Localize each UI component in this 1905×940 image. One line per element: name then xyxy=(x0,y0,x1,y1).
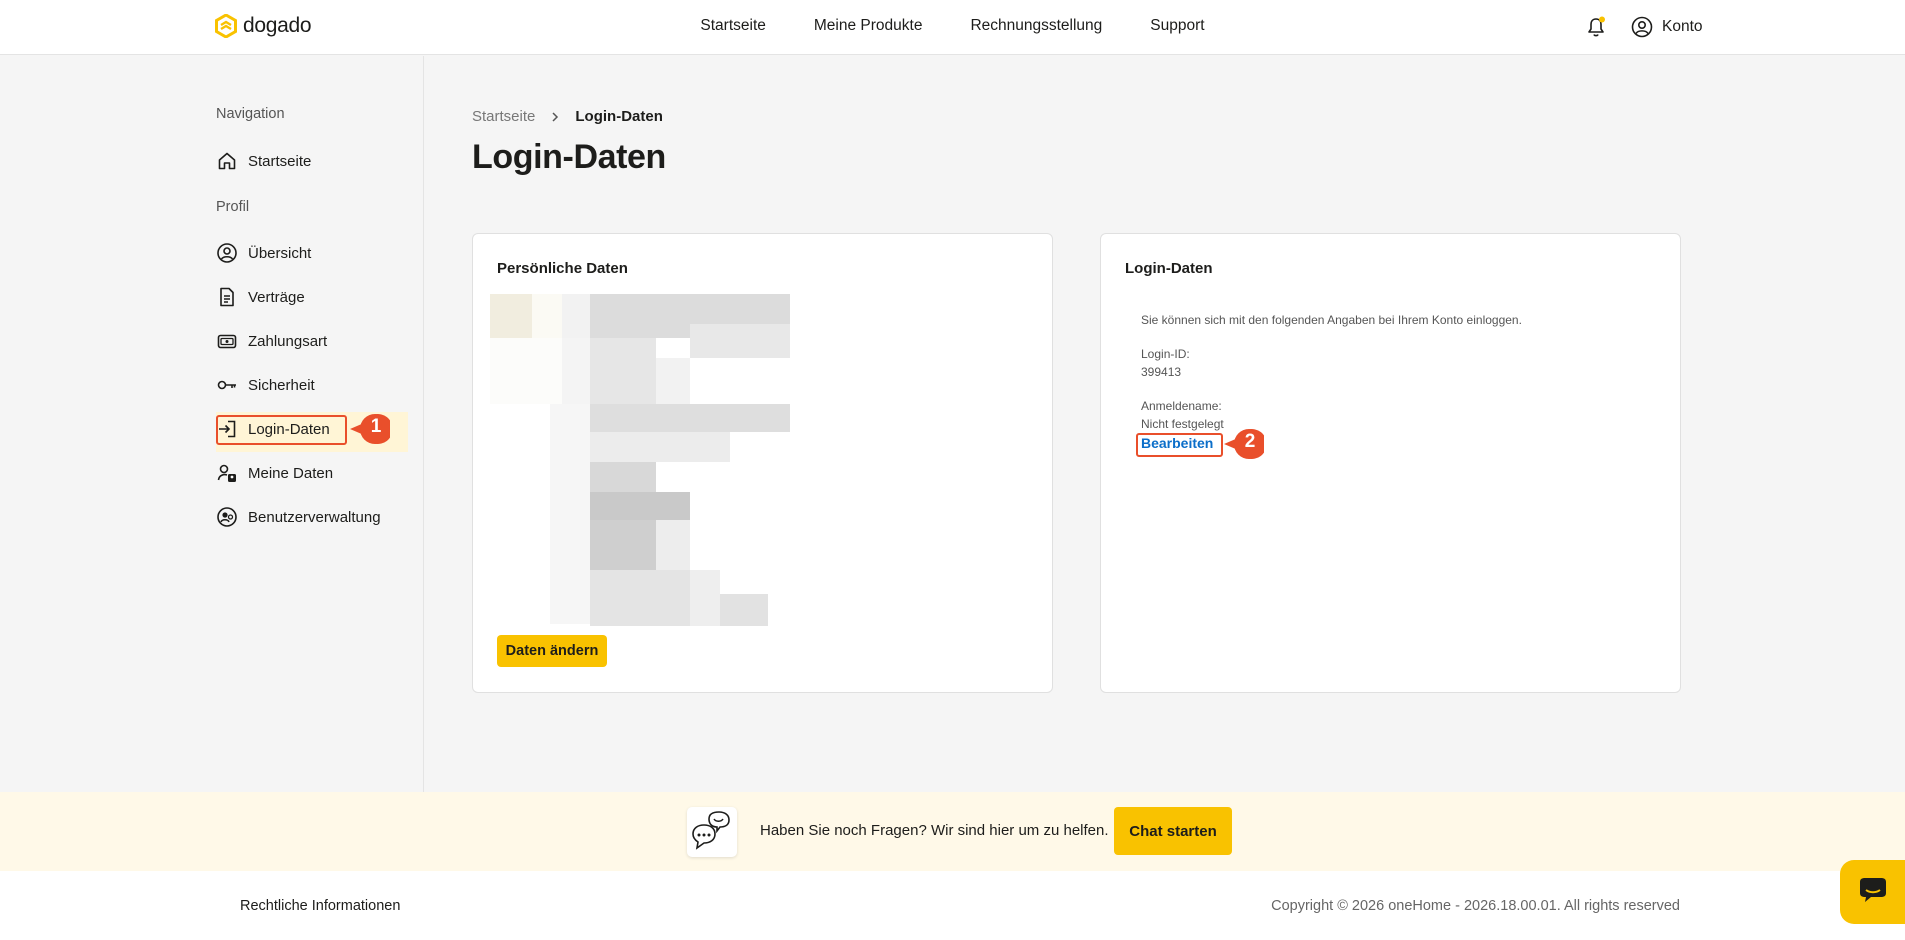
sidebar-item-label: Meine Daten xyxy=(248,464,334,482)
user-settings-icon xyxy=(217,464,236,482)
sidebar-item-label: Übersicht xyxy=(248,244,312,262)
sidebar-item-benutzerverwaltung[interactable]: Benutzerverwaltung xyxy=(216,503,381,531)
account-label: Konto xyxy=(1662,18,1703,35)
sidebar-item-label: Sicherheit xyxy=(248,376,315,394)
sidebar-item-label: Benutzerverwaltung xyxy=(248,508,381,526)
notification-bell-icon[interactable] xyxy=(1586,16,1606,38)
nav-startseite[interactable]: Startseite xyxy=(700,17,765,35)
help-text: Haben Sie noch Fragen? Wir sind hier um … xyxy=(760,822,1109,839)
sidebar-item-label: Verträge xyxy=(248,288,305,306)
sidebar-heading-profil: Profil xyxy=(216,199,250,215)
chat-widget-button[interactable] xyxy=(1840,860,1905,924)
footer: Rechtliche Informationen Copyright © 202… xyxy=(0,871,1905,940)
annotation-badge-2: 2 xyxy=(1224,427,1267,461)
breadcrumb-startseite[interactable]: Startseite xyxy=(472,108,535,125)
page-title: Login-Daten xyxy=(472,138,666,176)
sidebar-item-meine-daten[interactable]: Meine Daten xyxy=(216,459,333,487)
sidebar-heading-navigation: Navigation xyxy=(216,106,285,122)
chevron-right-icon xyxy=(552,111,559,122)
annotation-highlight-1 xyxy=(216,415,347,445)
annotation-highlight-2 xyxy=(1136,433,1223,457)
legal-info-link[interactable]: Rechtliche Informationen xyxy=(240,898,400,914)
sidebar-item-uebersicht[interactable]: Übersicht xyxy=(216,239,311,267)
sidebar-item-vertraege[interactable]: Verträge xyxy=(216,283,305,311)
chat-icon xyxy=(1860,878,1886,902)
username-label: Anmeldename: xyxy=(1141,399,1222,413)
wallet-icon xyxy=(217,334,237,349)
annotation-number: 1 xyxy=(370,416,382,437)
help-bar: Haben Sie noch Fragen? Wir sind hier um … xyxy=(0,792,1905,871)
user-circle-icon xyxy=(1631,16,1653,38)
username-value: Nicht festgelegt xyxy=(1141,417,1224,431)
chat-bubbles-icon xyxy=(687,807,737,857)
top-header: dogado Startseite Meine Produkte Rechnun… xyxy=(0,0,1905,55)
nav-rechnungsstellung[interactable]: Rechnungsstellung xyxy=(970,17,1102,35)
key-icon xyxy=(217,380,236,390)
account-menu[interactable]: Konto xyxy=(1631,16,1703,38)
login-id-label: Login-ID: xyxy=(1141,347,1190,361)
breadcrumb-current: Login-Daten xyxy=(575,108,663,125)
sidebar-item-zahlungsart[interactable]: Zahlungsart xyxy=(216,327,327,355)
redacted-personal-data xyxy=(490,294,790,626)
main-nav: Startseite Meine Produkte Rechnungsstell… xyxy=(0,17,1905,35)
nav-meine-produkte[interactable]: Meine Produkte xyxy=(814,17,923,35)
chat-start-button[interactable]: Chat starten xyxy=(1114,807,1232,855)
sidebar-item-label: Zahlungsart xyxy=(248,332,328,350)
sidebar-item-startseite[interactable]: Startseite xyxy=(216,147,311,175)
document-icon xyxy=(220,287,234,307)
login-data-card: Login-Daten xyxy=(1100,233,1681,693)
copyright-text: Copyright © 2026 oneHome - 2026.18.00.01… xyxy=(1271,898,1680,914)
users-icon xyxy=(217,507,237,527)
home-icon xyxy=(218,152,236,170)
edit-data-button[interactable]: Daten ändern xyxy=(497,635,607,667)
annotation-number: 2 xyxy=(1244,431,1256,452)
login-intro-text: Sie können sich mit den folgenden Angabe… xyxy=(1141,313,1522,327)
sidebar-item-label: Startseite xyxy=(248,152,312,170)
login-id-value: 399413 xyxy=(1141,365,1182,379)
card-title: Login-Daten xyxy=(1125,260,1213,277)
nav-support[interactable]: Support xyxy=(1150,17,1204,35)
card-title: Persönliche Daten xyxy=(497,260,628,277)
annotation-badge-1: 1 xyxy=(350,412,393,446)
sidebar-item-sicherheit[interactable]: Sicherheit xyxy=(216,371,315,399)
user-circle-icon xyxy=(217,243,237,263)
breadcrumb: Startseite Login-Daten xyxy=(472,108,663,125)
